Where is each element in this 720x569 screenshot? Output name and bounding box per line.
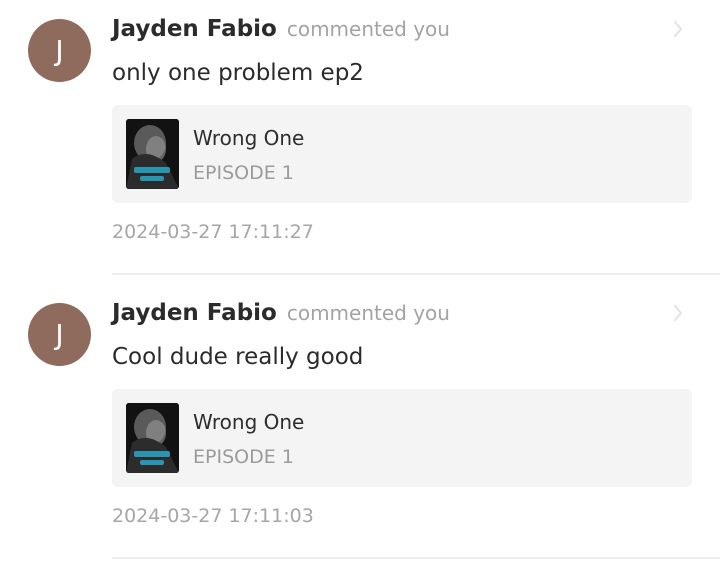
avatar[interactable]: J — [28, 303, 91, 366]
notification-list: J Jayden Fabio commented you only one pro… — [0, 0, 720, 569]
series-title: Wrong One — [193, 410, 305, 434]
avatar-letter: J — [55, 34, 64, 67]
avatar-letter: J — [55, 318, 64, 351]
divider — [112, 557, 720, 559]
comment-text: only one problem ep2 — [112, 60, 364, 86]
cover-thumbnail — [126, 119, 179, 189]
series-title: Wrong One — [193, 126, 305, 150]
chevron-right-icon[interactable] — [670, 18, 686, 40]
divider — [112, 273, 720, 275]
notification-header: Jayden Fabio commented you — [112, 300, 450, 330]
avatar[interactable]: J — [28, 19, 91, 82]
episode-label: EPISODE 1 — [193, 162, 294, 184]
cover-thumbnail — [126, 403, 179, 473]
notification-item[interactable]: J Jayden Fabio commented you Cool dude re… — [0, 284, 720, 568]
action-text: commented you — [286, 17, 450, 41]
action-text: commented you — [286, 301, 450, 325]
timestamp: 2024-03-27 17:11:03 — [112, 505, 314, 527]
timestamp: 2024-03-27 17:11:27 — [112, 221, 314, 243]
username[interactable]: Jayden Fabio — [112, 300, 277, 326]
username[interactable]: Jayden Fabio — [112, 16, 277, 42]
notification-item[interactable]: J Jayden Fabio commented you only one pro… — [0, 0, 720, 284]
notification-header: Jayden Fabio commented you — [112, 16, 450, 46]
episode-card[interactable]: Wrong One EPISODE 1 — [112, 389, 692, 487]
episode-card[interactable]: Wrong One EPISODE 1 — [112, 105, 692, 203]
comment-text: Cool dude really good — [112, 344, 364, 370]
chevron-right-icon[interactable] — [670, 302, 686, 324]
episode-label: EPISODE 1 — [193, 446, 294, 468]
